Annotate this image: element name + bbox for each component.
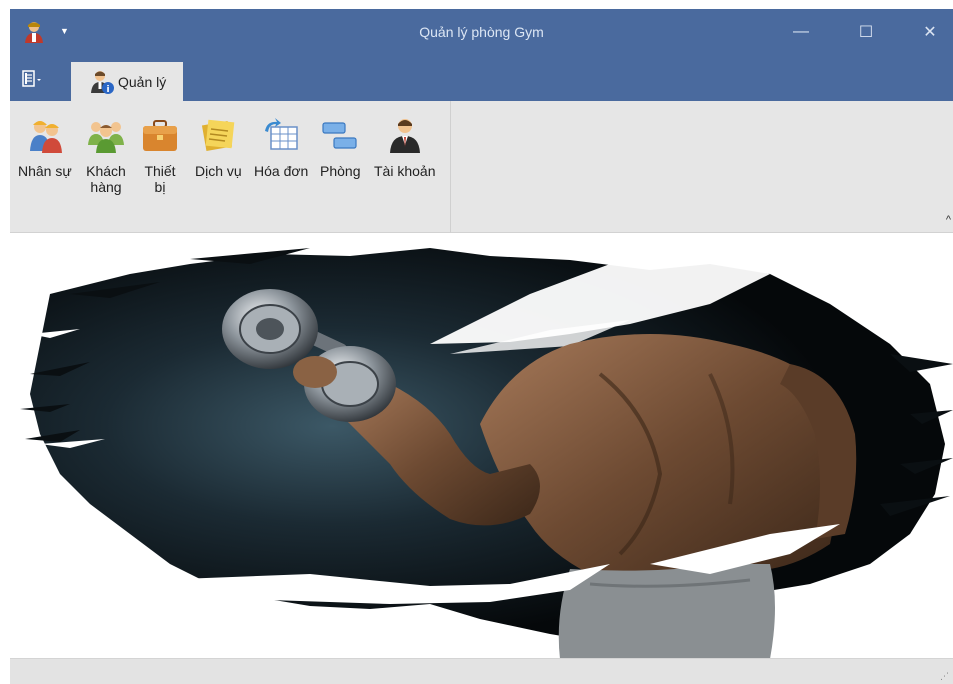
equipment-briefcase-icon xyxy=(140,113,180,157)
gym-bodybuilder-dumbbell-picture xyxy=(20,248,953,659)
minimize-button[interactable]: — xyxy=(778,9,824,55)
status-bar: ⋰ xyxy=(10,658,953,684)
ribbon-button-label: Thiết bị xyxy=(144,163,176,195)
user-info-icon: i xyxy=(91,71,114,95)
ribbon-button-thiet-bi[interactable]: Thiết bị xyxy=(140,113,180,195)
ribbon-button-label: Tài khoản xyxy=(374,163,436,179)
ribbon-button-label: Phòng xyxy=(320,163,361,179)
room-blocks-icon xyxy=(320,113,360,157)
ribbon-button-label: Hóa đơn xyxy=(254,163,309,179)
ribbon-panel: Nhân sự Khách hàng Thiết bị Dịch vụ Hóa … xyxy=(10,101,953,233)
ribbon-collapse-button[interactable]: ^ xyxy=(946,214,951,226)
title-bar[interactable]: ▼ Quản lý phòng Gym — ☐ ✕ xyxy=(10,9,953,55)
maximize-button[interactable]: ☐ xyxy=(843,9,889,55)
tab-label: Quản lý xyxy=(118,74,167,90)
tab-quan-ly[interactable]: i Quản lý xyxy=(71,62,183,102)
svg-text:i: i xyxy=(106,85,109,95)
ribbon-tab-strip: i Quản lý xyxy=(10,55,953,102)
ribbon-button-hoa-don[interactable]: Hóa đơn xyxy=(254,113,308,179)
invoice-table-icon xyxy=(261,113,301,157)
service-notes-icon xyxy=(198,113,238,157)
file-menu-button[interactable] xyxy=(22,69,52,89)
ribbon-button-dich-vu[interactable]: Dịch vụ xyxy=(195,113,242,179)
main-window: ▼ Quản lý phòng Gym — ☐ ✕ i Quản lý Nhân… xyxy=(10,9,953,684)
close-button[interactable]: ✕ xyxy=(907,9,953,55)
ribbon-button-label: Khách hàng xyxy=(86,163,126,195)
customers-group-icon xyxy=(86,113,126,157)
ribbon-group-management: Nhân sự Khách hàng Thiết bị Dịch vụ Hóa … xyxy=(10,101,451,233)
ribbon-button-label: Dịch vụ xyxy=(195,163,242,179)
staff-workers-icon xyxy=(25,113,65,157)
resize-grip-icon[interactable]: ⋰ xyxy=(940,671,949,682)
content-area xyxy=(10,234,953,659)
ribbon-button-tai-khoan[interactable]: Tài khoản xyxy=(374,113,435,179)
ribbon-button-khach-hang[interactable]: Khách hàng xyxy=(86,113,126,195)
ribbon-button-nhan-su[interactable]: Nhân sự xyxy=(18,113,72,179)
account-businessman-icon xyxy=(385,113,425,157)
ribbon-button-phong[interactable]: Phòng xyxy=(320,113,360,179)
file-menu-icon xyxy=(22,70,41,87)
ribbon-button-label: Nhân sự xyxy=(18,163,72,179)
